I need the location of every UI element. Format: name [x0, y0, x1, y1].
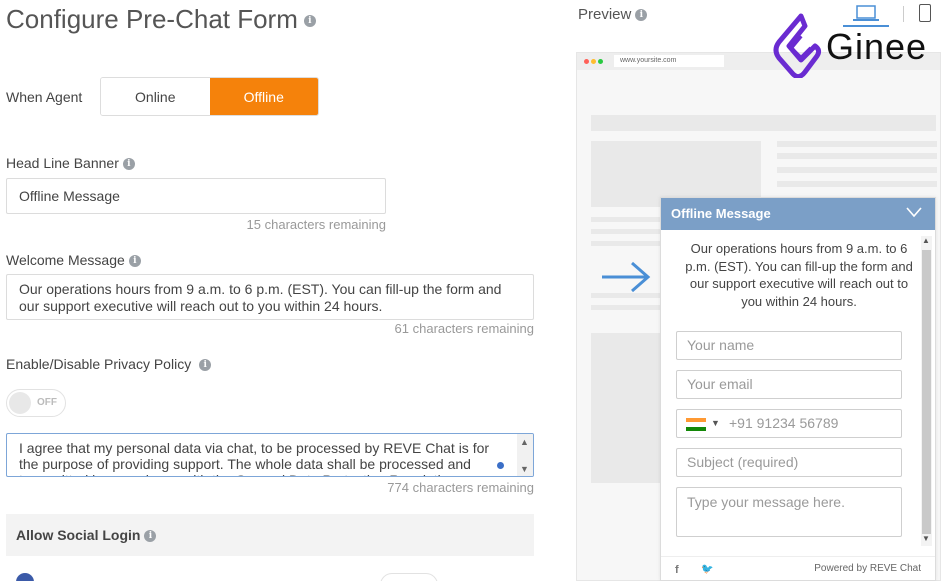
url-bar: www.yoursite.com: [614, 55, 724, 67]
scroll-down-icon[interactable]: ▼: [520, 464, 529, 474]
when-agent-label: When Agent: [6, 89, 83, 105]
switch-state: OFF: [37, 397, 57, 408]
chat-widget: Offline Message Our operations hours fro…: [660, 197, 936, 581]
placeholder-line: [777, 141, 937, 147]
info-icon[interactable]: i: [303, 15, 316, 28]
privacy-label-text: Enable/Disable Privacy Policy: [6, 356, 192, 372]
welcome-remaining: 61 characters remaining: [394, 321, 534, 336]
scrollbar[interactable]: ▲ ▼: [517, 434, 533, 476]
phone-input[interactable]: ▼ +91 91234 56789: [676, 409, 902, 438]
chat-scrollbar[interactable]: ▲ ▼: [921, 236, 932, 546]
placeholder-line: [591, 241, 661, 246]
twitter-icon[interactable]: 🐦: [701, 564, 713, 575]
placeholder-block: [591, 333, 661, 483]
welcome-label: Welcome Message i: [6, 252, 141, 268]
placeholder-bar: [591, 115, 936, 131]
privacy-remaining: 774 characters remaining: [387, 480, 534, 495]
headline-label: Head Line Banner i: [6, 155, 135, 171]
india-flag-icon[interactable]: [686, 418, 706, 431]
subject-input[interactable]: Subject (required): [676, 448, 902, 477]
chevron-down-icon[interactable]: [905, 204, 923, 220]
close-dot: [584, 59, 589, 64]
facebook-icon[interactable]: f: [675, 564, 679, 576]
ginee-logo-icon: [773, 13, 822, 78]
chat-header[interactable]: Offline Message: [661, 198, 935, 230]
info-icon[interactable]: i: [122, 158, 135, 171]
powered-by-brand: REVE Chat: [869, 563, 921, 574]
placeholder-line: [591, 217, 661, 222]
social-login-section: Allow Social Login i: [6, 514, 534, 556]
arrow-right-icon: [602, 261, 651, 293]
offline-option[interactable]: Offline: [209, 78, 318, 115]
social-switch[interactable]: [380, 573, 438, 581]
scroll-thumb[interactable]: [922, 250, 931, 534]
country-dropdown-icon[interactable]: ▼: [711, 410, 720, 437]
scroll-up-icon[interactable]: ▲: [922, 236, 930, 245]
info-icon[interactable]: i: [635, 9, 648, 22]
info-icon[interactable]: i: [144, 530, 157, 543]
email-input[interactable]: Your email: [676, 370, 902, 399]
placeholder-line: [591, 305, 661, 310]
radio-icon[interactable]: [16, 573, 34, 581]
placeholder-line: [777, 153, 937, 159]
powered-by: Powered by REVE Chat: [814, 563, 921, 574]
powered-by-text: Powered by: [814, 563, 868, 574]
info-icon[interactable]: i: [128, 255, 141, 268]
preview-label: Preview i: [578, 6, 648, 23]
info-icon[interactable]: i: [199, 359, 212, 372]
privacy-text: I agree that my personal data via chat, …: [19, 440, 490, 476]
agent-status-toggle: Online Offline: [100, 77, 319, 116]
welcome-textarea[interactable]: Our operations hours from 9 a.m. to 6 p.…: [6, 274, 534, 320]
chat-title: Offline Message: [671, 206, 771, 221]
phone-placeholder: +91 91234 56789: [729, 415, 839, 431]
headline-input[interactable]: Offline Message: [6, 178, 386, 214]
headline-label-text: Head Line Banner: [6, 155, 119, 171]
scroll-down-icon[interactable]: ▼: [922, 534, 930, 543]
minimize-dot: [591, 59, 596, 64]
message-textarea[interactable]: Type your message here.: [676, 487, 902, 537]
privacy-textarea[interactable]: I agree that my personal data via chat, …: [6, 433, 534, 477]
ginee-logo: Ginee: [771, 12, 941, 78]
headline-remaining: 15 characters remaining: [246, 217, 386, 232]
privacy-switch[interactable]: OFF: [6, 389, 66, 417]
scroll-up-icon[interactable]: ▲: [520, 437, 529, 447]
online-option[interactable]: Online: [101, 78, 210, 115]
page-title-text: Configure Pre-Chat Form: [6, 4, 298, 34]
social-login-label: Allow Social Login i: [16, 527, 157, 543]
social-login-label-text: Allow Social Login: [16, 527, 141, 543]
placeholder-line: [591, 229, 661, 234]
page-title: Configure Pre-Chat Form i: [6, 4, 316, 35]
cursor-dot: [497, 462, 504, 469]
privacy-label: Enable/Disable Privacy Policy i: [6, 356, 212, 372]
switch-knob: [9, 392, 31, 414]
ginee-logo-text: Ginee: [826, 26, 928, 67]
chat-welcome-message: Our operations hours from 9 a.m. to 6 p.…: [685, 241, 913, 309]
welcome-label-text: Welcome Message: [6, 252, 125, 268]
placeholder-line: [777, 181, 937, 187]
maximize-dot: [598, 59, 603, 64]
placeholder-line: [777, 167, 937, 173]
chat-footer: f 🐦 Powered by REVE Chat: [661, 556, 935, 581]
preview-label-text: Preview: [578, 6, 632, 23]
name-input[interactable]: Your name: [676, 331, 902, 360]
